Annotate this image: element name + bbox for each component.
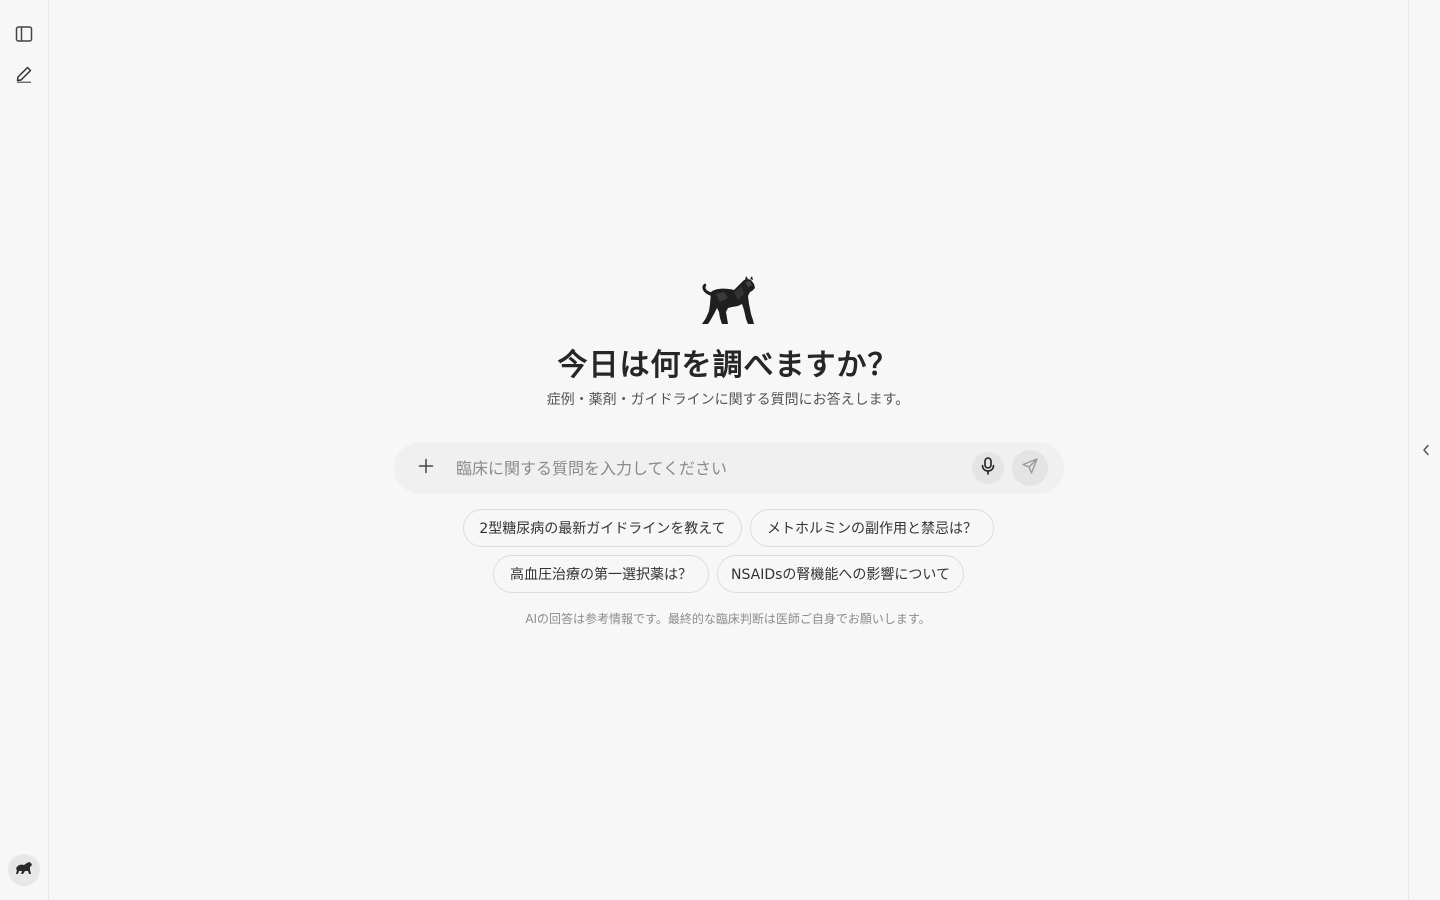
pencil-icon <box>14 64 34 88</box>
user-avatar-button[interactable] <box>8 854 40 886</box>
suggestion-chip[interactable]: 2型糖尿病の最新ガイドラインを教えて <box>463 509 742 547</box>
ai-disclaimer: AIの回答は参考情報です。最終的な臨床判断は医師ご自身でお願いします。 <box>525 612 931 626</box>
panther-logo-icon <box>698 274 758 328</box>
new-chat-button[interactable] <box>8 60 40 92</box>
suggestion-chip[interactable]: メトホルミンの副作用と禁忌は？ <box>750 509 994 547</box>
attach-button[interactable] <box>412 454 440 482</box>
right-panel <box>1408 0 1440 900</box>
question-input[interactable] <box>456 452 956 484</box>
chevron-left-icon <box>1422 441 1430 460</box>
right-panel-toggle-button[interactable] <box>1417 440 1435 460</box>
chat-composer <box>394 442 1064 494</box>
microphone-icon <box>980 457 996 479</box>
send-icon <box>1022 458 1038 478</box>
send-button[interactable] <box>1012 450 1048 486</box>
sidebar-toggle-button[interactable] <box>8 20 40 52</box>
suggestion-label: 高血圧治療の第一選択薬は？ <box>510 567 692 583</box>
suggestion-chip[interactable]: NSAIDsの腎機能への影響について <box>717 555 964 593</box>
voice-input-button[interactable] <box>972 452 1004 484</box>
panther-avatar-icon <box>14 860 34 880</box>
suggestion-label: NSAIDsの腎機能への影響について <box>731 567 950 583</box>
sidebar-panel-icon <box>14 24 34 48</box>
suggestion-chip[interactable]: 高血圧治療の第一選択薬は？ <box>493 555 709 593</box>
suggestion-label: 2型糖尿病の最新ガイドラインを教えて <box>479 521 726 537</box>
page-title: 今日は何を調べますか？ <box>557 348 899 383</box>
left-sidebar <box>0 0 49 900</box>
plus-icon <box>418 458 434 478</box>
app-window: 今日は何を調べますか？ 症例・薬剤・ガイドラインに関する質問にお答えします。 臨… <box>0 0 1440 900</box>
page-subtitle: 症例・薬剤・ガイドラインに関する質問にお答えします。 <box>546 392 910 408</box>
suggestion-label: メトホルミンの副作用と禁忌は？ <box>767 521 977 537</box>
